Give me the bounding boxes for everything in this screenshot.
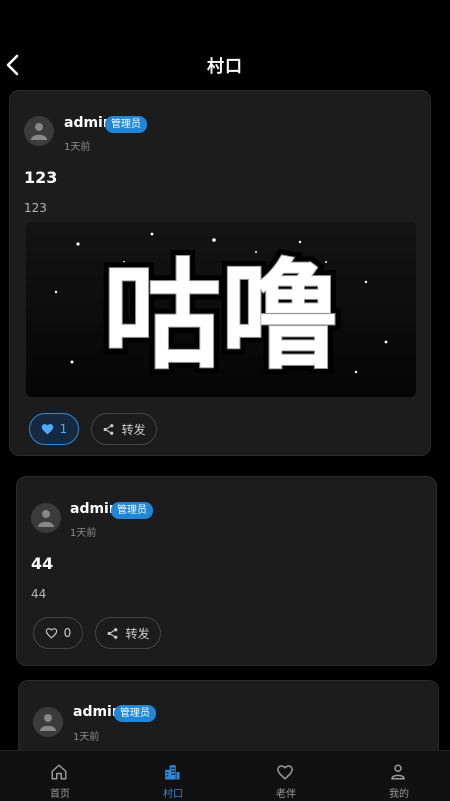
tab-label: 村口 [163, 789, 183, 800]
tab-home[interactable]: 首页 [4, 751, 116, 801]
post-feed[interactable]: admin 管理员 1天前 123 123 咕噜 咕噜 1 转发 admin 管… [0, 0, 450, 800]
share-icon [108, 627, 118, 639]
share-button[interactable]: 转发 [95, 617, 161, 649]
tab-partner[interactable]: 老伴 [230, 751, 342, 801]
post-card[interactable]: admin 管理员 1天前 44 44 0 转发 [16, 476, 437, 666]
graffiti-image: 咕噜 咕噜 [26, 222, 416, 397]
post-title: 44 [31, 554, 54, 573]
avatar[interactable] [24, 116, 54, 146]
heart-outline-icon [45, 628, 57, 639]
post-time: 1天前 [73, 732, 100, 743]
avatar[interactable] [31, 503, 61, 533]
share-icon [104, 423, 114, 435]
tab-village[interactable]: 村口 [117, 751, 229, 801]
user-icon [38, 510, 54, 527]
like-count: 1 [59, 422, 68, 436]
avatar[interactable] [33, 707, 63, 737]
bottom-tabbar: 首页 村口 老伴 我的 [0, 750, 450, 801]
user-icon [31, 123, 47, 140]
tab-mine[interactable]: 我的 [343, 751, 450, 801]
building-icon [165, 765, 180, 780]
image-caption-graffiti: 咕噜 咕噜 [97, 241, 345, 391]
share-label: 转发 [125, 626, 150, 641]
like-button[interactable]: 0 [33, 617, 83, 649]
post-body: 123 [24, 201, 47, 215]
post-time: 1天前 [64, 142, 91, 153]
tab-label: 老伴 [276, 789, 296, 800]
share-button[interactable]: 转发 [91, 413, 157, 445]
post-body: 44 [31, 587, 47, 601]
top-header: 村口 [0, 0, 450, 90]
home-icon [51, 764, 67, 780]
user-icon [40, 714, 56, 731]
post-image[interactable]: 咕噜 咕噜 [26, 222, 416, 397]
heart-icon [277, 765, 293, 780]
post-title: 123 [24, 168, 58, 187]
page-title: 村口 [207, 57, 243, 77]
post-card[interactable]: admin 管理员 1天前 123 123 咕噜 咕噜 1 转发 [9, 90, 431, 456]
admin-badge: 管理员 [114, 705, 156, 722]
like-button[interactable]: 1 [29, 413, 79, 445]
tab-label: 首页 [50, 789, 70, 800]
admin-badge: 管理员 [111, 502, 153, 519]
share-label: 转发 [121, 422, 146, 437]
svg-text:咕噜: 咕噜 [103, 247, 339, 385]
heart-filled-icon [41, 424, 53, 435]
tab-label: 我的 [389, 789, 409, 800]
post-time: 1天前 [70, 528, 97, 539]
like-count: 0 [63, 626, 72, 640]
admin-badge: 管理员 [105, 116, 147, 133]
user-icon [391, 764, 405, 780]
